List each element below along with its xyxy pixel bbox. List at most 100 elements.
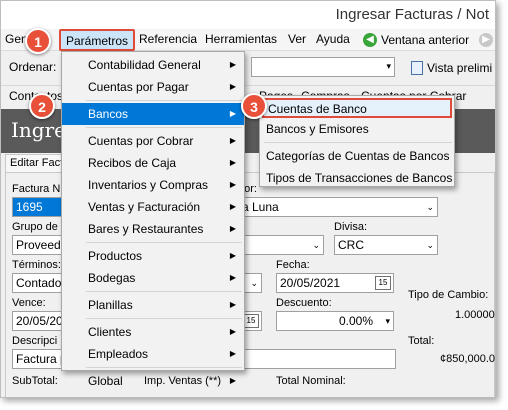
- menu-item-label: Cuentas por Cobrar: [88, 134, 194, 148]
- terminos-select[interactable]: Contado: [12, 273, 62, 293]
- chevron-right-icon: ▶: [229, 180, 236, 189]
- menu-item-label: Ventas y Facturación: [88, 200, 201, 214]
- proveedor-select[interactable]: a Luna ⌄: [238, 197, 438, 217]
- menu-item-global[interactable]: Global ▶: [62, 370, 244, 392]
- total-value: ¢850,000.0: [440, 353, 496, 365]
- divisa-value: CRC: [338, 238, 364, 252]
- divisa-label: Divisa:: [334, 221, 368, 233]
- chevron-down-icon: ⌄: [312, 240, 320, 250]
- menu-item-cuentas-cobrar[interactable]: Cuentas por Cobrar ▶: [62, 130, 244, 152]
- vista-previa-button[interactable]: Vista prelimi: [411, 59, 492, 77]
- step-badge-2: 2: [29, 93, 55, 119]
- menu-item-label: Empleados: [88, 347, 149, 361]
- menu-separator: [86, 242, 242, 243]
- menu-item-cuentas-pagar[interactable]: Cuentas por Pagar ▶: [62, 76, 244, 98]
- menu-item-label: Global: [88, 374, 123, 388]
- menu-item-label: Contabilidad General: [88, 58, 201, 72]
- chevron-down-icon: ▾: [385, 316, 390, 326]
- menu-item-label: Recibos de Caja: [88, 156, 177, 170]
- menu-ayuda[interactable]: Ayuda: [316, 32, 350, 46]
- step-badge-3: 3: [241, 93, 267, 119]
- chevron-right-icon: ▶: [229, 300, 236, 309]
- submenu-item-tipos-transacciones[interactable]: Tipos de Transacciones de Bancos: [260, 167, 454, 189]
- submenu-item-cuentas-banco[interactable]: Cuentas de Banco: [262, 98, 452, 118]
- back-arrow-icon: ◀: [363, 33, 377, 47]
- menu-separator: [86, 291, 242, 292]
- ordenar-select[interactable]: ▾: [251, 57, 395, 77]
- factura-field[interactable]: 1695: [12, 197, 62, 217]
- submenu-item-bancos-emisores[interactable]: Bancos y Emisores: [260, 118, 454, 140]
- chevron-right-icon: ▶: [229, 60, 236, 69]
- menu-item-inventarios[interactable]: Inventarios y Compras ▶: [62, 174, 244, 196]
- descuento-value: 0.00%: [338, 314, 373, 328]
- step-badge-1: 1: [25, 28, 51, 54]
- vence-label: Vence:: [12, 297, 46, 309]
- calendar-icon[interactable]: 15: [243, 314, 259, 328]
- subtotal-label: SubTotal:: [12, 375, 58, 387]
- forward-arrow-icon: ▶: [479, 33, 493, 47]
- chevron-right-icon: ▶: [229, 349, 236, 358]
- menu-item-bares[interactable]: Bares y Restaurantes ▶: [62, 218, 244, 240]
- ordenar-label: Ordenar:: [9, 60, 57, 74]
- chevron-down-icon: ⌄: [426, 202, 434, 212]
- submenu-item-label: Tipos de Transacciones de Bancos: [266, 171, 453, 185]
- menu-separator: [264, 142, 452, 143]
- window-title: Ingresar Facturas / Not: [335, 6, 489, 23]
- preview-icon: [411, 61, 423, 75]
- grupo-select-right[interactable]: ⌄: [238, 235, 324, 255]
- menu-ver[interactable]: Ver: [288, 32, 306, 46]
- ventana-anterior-button[interactable]: ◀ Ventana anterior: [363, 31, 469, 49]
- chevron-right-icon: ▶: [229, 251, 236, 260]
- menu-item-bodegas[interactable]: Bodegas ▶: [62, 267, 244, 289]
- menu-item-recibos-caja[interactable]: Recibos de Caja ▶: [62, 152, 244, 174]
- menu-parametros[interactable]: Parámetros: [59, 29, 136, 51]
- ventana-anterior-label: Ventana anterior: [381, 33, 470, 47]
- submenu-item-categorias[interactable]: Categorías de Cuentas de Bancos: [260, 145, 454, 167]
- menu-item-label: Productos: [88, 249, 143, 263]
- chevron-right-icon: ▶: [229, 376, 236, 385]
- terminos-label: Términos:: [12, 259, 61, 271]
- fecha-value: 20/05/2021: [280, 276, 341, 290]
- descuento-label: Descuento:: [276, 297, 332, 309]
- menu-item-bancos[interactable]: Bancos ▶: [62, 103, 244, 125]
- parametros-menu: Contabilidad General ▶ Cuentas por Pagar ▶…: [61, 51, 245, 388]
- menu-item-productos[interactable]: Productos ▶: [62, 245, 244, 267]
- chevron-right-icon: ▶: [229, 224, 236, 233]
- menu-item-label: Bodegas: [88, 271, 136, 285]
- descripcion-field-right[interactable]: [238, 349, 396, 369]
- chevron-right-icon: ▶: [229, 327, 236, 336]
- tipo-cambio-label: Tipo de Cambio:: [408, 289, 489, 301]
- fecha-field[interactable]: 20/05/2021 15: [276, 273, 394, 293]
- menu-item-label: Bares y Restaurantes: [88, 222, 204, 236]
- factura-label: Factura N: [12, 183, 61, 195]
- menu-referencia[interactable]: Referencia: [139, 32, 197, 46]
- vence-field[interactable]: 20/05/20: [12, 311, 62, 331]
- title-bar: Ingresar Facturas / Not: [1, 1, 495, 29]
- descuento-field[interactable]: 0.00% ▾: [276, 311, 394, 331]
- calendar-icon[interactable]: 15: [375, 276, 391, 290]
- forward-button[interactable]: ▶: [479, 31, 493, 49]
- chevron-right-icon: ▶: [229, 158, 236, 167]
- menu-separator: [86, 100, 242, 101]
- proveedor-value: a Luna: [242, 200, 279, 214]
- menu-item-empleados[interactable]: Empleados ▶: [62, 343, 244, 365]
- chevron-right-icon: ▶: [229, 82, 236, 91]
- descripcion-label: Descripci: [12, 335, 58, 347]
- menu-item-planillas[interactable]: Planillas ▶: [62, 294, 244, 316]
- grupo-label: Grupo de: [12, 221, 58, 233]
- menu-item-label: Bancos: [88, 107, 129, 121]
- grupo-select[interactable]: Proveedo: [12, 235, 62, 255]
- menu-item-clientes[interactable]: Clientes ▶: [62, 321, 244, 343]
- chevron-down-icon: ⌄: [426, 240, 434, 250]
- total-nominal-label: Total Nominal:: [276, 375, 346, 387]
- menu-item-ventas[interactable]: Ventas y Facturación ▶: [62, 196, 244, 218]
- descripcion-field[interactable]: Factura p: [12, 349, 62, 369]
- divisa-select[interactable]: CRC ⌄: [334, 235, 438, 255]
- submenu-item-label: Cuentas de Banco: [268, 102, 367, 116]
- menu-separator: [86, 318, 242, 319]
- submenu-item-label: Bancos y Emisores: [266, 122, 369, 136]
- menu-item-contabilidad[interactable]: Contabilidad General ▶: [62, 54, 244, 76]
- bancos-submenu: Cuentas de Banco Bancos y Emisores Categ…: [259, 95, 455, 187]
- menu-herramientas[interactable]: Herramientas: [205, 32, 277, 46]
- menu-item-label: Inventarios y Compras: [88, 178, 209, 192]
